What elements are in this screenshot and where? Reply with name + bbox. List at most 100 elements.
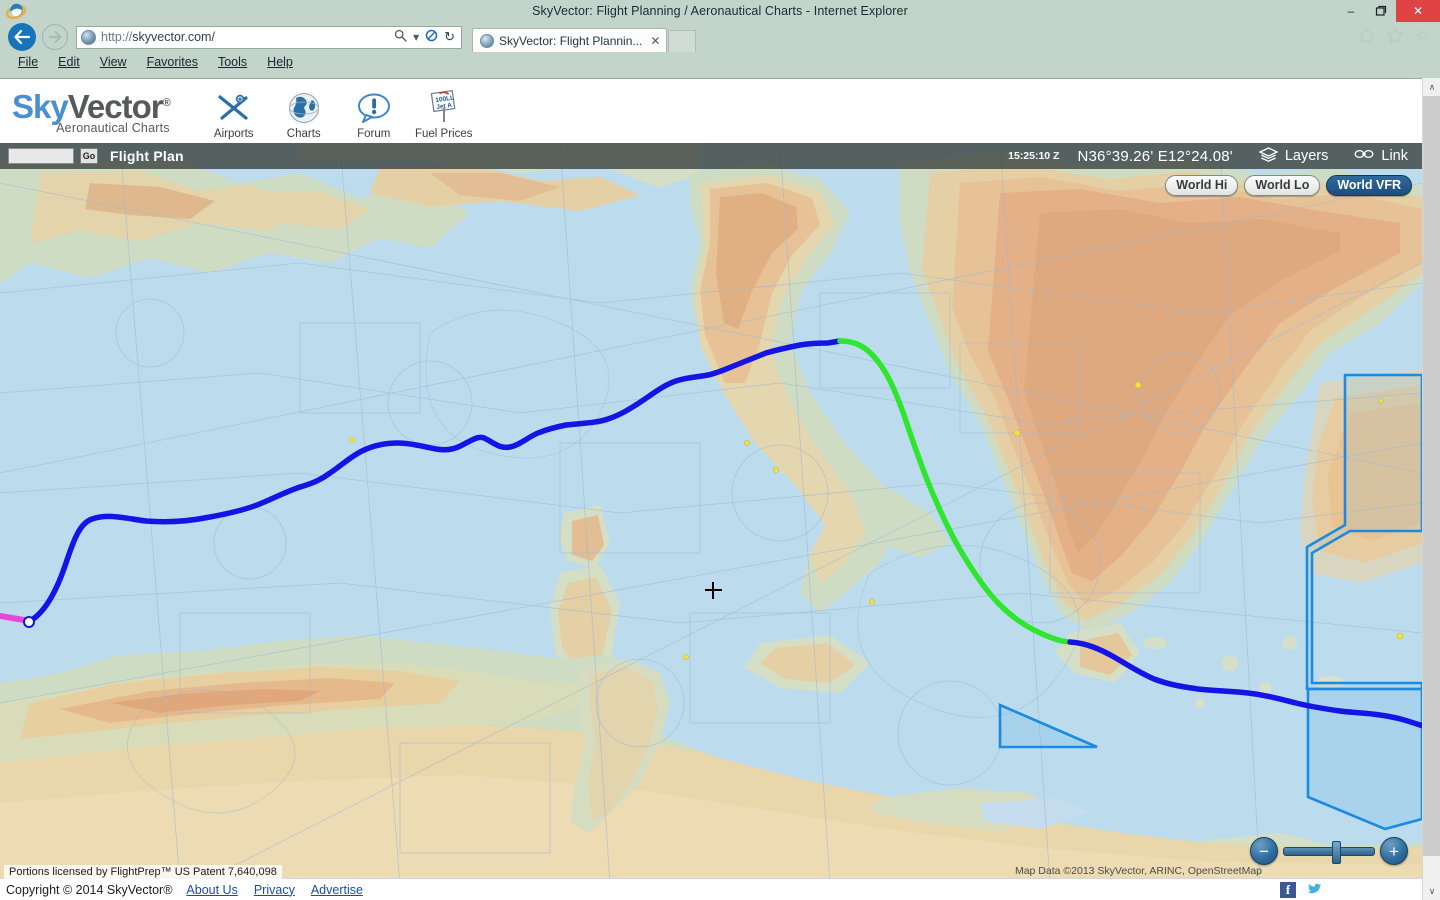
utc-clock: 15:25:10 Z xyxy=(1008,150,1060,162)
nav-item-fuel-prices[interactable]: 100LL Jet A Fuel Prices xyxy=(410,82,478,140)
refresh-icon[interactable]: ↻ xyxy=(444,29,455,45)
menu-item-favorites-label: Favorites xyxy=(146,55,198,69)
window-titlebar: SkyVector: Flight Planning / Aeronautica… xyxy=(0,0,1440,22)
search-icon[interactable] xyxy=(394,29,407,45)
close-button[interactable]: ✕ xyxy=(1396,0,1440,22)
footer-link-about-us[interactable]: About Us xyxy=(186,883,237,897)
chart-button-world-hi[interactable]: World Hi xyxy=(1165,175,1239,196)
back-button[interactable] xyxy=(8,23,36,51)
globe-icon xyxy=(286,90,322,126)
facebook-icon[interactable]: f xyxy=(1280,881,1296,898)
home-icon[interactable] xyxy=(1358,27,1376,49)
url-host: skyvector.com/ xyxy=(132,30,215,44)
scroll-down-arrow[interactable]: ∨ xyxy=(1423,882,1440,900)
map-viewport[interactable]: Go Flight Plan 15:25:10 Z N36°39.26' E12… xyxy=(0,143,1422,883)
menu-item-file[interactable]: File xyxy=(8,55,48,69)
nav-item-airports-label: Airports xyxy=(213,128,254,140)
zoom-out-button[interactable]: − xyxy=(1250,837,1278,865)
stop-icon[interactable] xyxy=(425,29,438,45)
browser-navigation-bar: http://skyvector.com/ ▾ ↻ SkyVector: Fli… xyxy=(0,22,1440,52)
minimize-button[interactable]: – xyxy=(1336,0,1366,22)
browser-tab[interactable]: SkyVector: Flight Plannin... ✕ xyxy=(472,28,668,52)
menu-bar: File Edit View Favorites Tools Help xyxy=(0,52,1440,72)
tab-favicon-icon xyxy=(480,33,494,48)
zoom-slider-track[interactable] xyxy=(1283,840,1375,864)
logo-tagline: Aeronautical Charts xyxy=(56,121,170,135)
flight-plan-input[interactable] xyxy=(8,148,74,164)
window-controls: – ✕ xyxy=(1336,0,1440,22)
internet-explorer-window: SkyVector: Flight Planning / Aeronautica… xyxy=(0,0,1440,900)
map-data-attribution: Map Data ©2013 SkyVector, ARINC, OpenStr… xyxy=(1014,865,1262,877)
logo-registered: ® xyxy=(162,97,171,109)
address-bar-icons: ▾ ↻ xyxy=(394,29,457,45)
map-toolbar: Go Flight Plan 15:25:10 Z N36°39.26' E12… xyxy=(0,143,1422,169)
flight-plan-label[interactable]: Flight Plan xyxy=(110,148,184,164)
scroll-up-arrow[interactable]: ∧ xyxy=(1423,78,1440,96)
layers-button[interactable]: Layers xyxy=(1258,146,1329,166)
tab-title: SkyVector: Flight Plannin... xyxy=(499,33,643,48)
layers-label: Layers xyxy=(1284,148,1329,164)
site-footer: Copyright © 2014 SkyVector® About Us Pri… xyxy=(0,878,1422,900)
menu-item-tools[interactable]: Tools xyxy=(208,55,257,69)
scrollbar-thumb[interactable] xyxy=(1423,96,1440,856)
toolbar-right-group: 15:25:10 Z N36°39.26' E12°24.08' Layers … xyxy=(1008,146,1422,166)
logo-sky: Sky xyxy=(12,88,69,125)
nav-item-fuel-prices-label: Fuel Prices xyxy=(414,128,473,140)
tab-close-icon[interactable]: ✕ xyxy=(650,34,660,48)
aeronautical-chart[interactable] xyxy=(0,143,1422,883)
twitter-icon[interactable] xyxy=(1306,881,1322,898)
skyvector-logo[interactable]: SkyVector® Aeronautical Charts xyxy=(12,87,171,135)
menu-item-file-label: File xyxy=(18,55,39,69)
window-title: SkyVector: Flight Planning / Aeronautica… xyxy=(532,4,908,18)
menu-item-view-label: View xyxy=(99,55,127,69)
page-scrollbar-vertical[interactable]: ∧ ∨ xyxy=(1422,78,1440,900)
nav-item-charts-label: Charts xyxy=(286,128,321,140)
zoom-slider-thumb[interactable] xyxy=(1332,840,1341,864)
url-scheme: http:// xyxy=(101,30,133,44)
favorites-star-icon[interactable] xyxy=(1386,27,1404,49)
footer-link-advertise[interactable]: Advertise xyxy=(311,883,363,897)
menu-item-favorites[interactable]: Favorites xyxy=(137,55,208,69)
chart-layer-buttons: World Hi World Lo World VFR xyxy=(1165,175,1412,196)
nav-item-forum-label: Forum xyxy=(357,128,391,140)
footer-link-privacy[interactable]: Privacy xyxy=(254,883,295,897)
link-label: Link xyxy=(1381,148,1408,164)
site-favicon-icon xyxy=(81,29,96,45)
address-input[interactable]: http://skyvector.com/ xyxy=(101,30,394,44)
cursor-coordinates: N36°39.26' E12°24.08' xyxy=(1077,147,1233,165)
logo-wordmark: SkyVector® xyxy=(12,87,171,125)
nav-item-forum[interactable]: Forum xyxy=(340,82,408,140)
social-links: f xyxy=(1280,881,1422,898)
zoom-control: − + xyxy=(1250,837,1408,865)
fuel-sign-icon: 100LL Jet A xyxy=(426,90,462,126)
chevron-down-icon[interactable]: ▾ xyxy=(413,30,419,44)
menu-item-help[interactable]: Help xyxy=(257,55,303,69)
zoom-in-button[interactable]: + xyxy=(1380,837,1408,865)
layers-icon xyxy=(1258,146,1279,166)
go-button[interactable]: Go xyxy=(80,148,98,164)
new-tab-button[interactable] xyxy=(668,30,697,52)
gear-icon[interactable] xyxy=(1414,27,1432,49)
chart-button-world-vfr[interactable]: World VFR xyxy=(1326,175,1412,196)
nav-item-charts[interactable]: Charts xyxy=(270,82,338,140)
nav-item-airports[interactable]: Airports xyxy=(200,82,268,140)
menu-item-edit[interactable]: Edit xyxy=(48,55,90,69)
page-content: SkyVector® Aeronautical Charts Airports xyxy=(0,78,1440,900)
restore-button[interactable] xyxy=(1366,0,1396,22)
flightprep-attribution: Portions licensed by FlightPrep™ US Pate… xyxy=(4,865,282,879)
chart-button-world-lo[interactable]: World Lo xyxy=(1244,175,1321,196)
address-bar[interactable]: http://skyvector.com/ ▾ ↻ xyxy=(76,25,462,49)
forward-button[interactable] xyxy=(42,24,68,50)
airplane-icon xyxy=(215,90,253,126)
menu-item-tools-label: Tools xyxy=(217,55,248,69)
crosshair-cursor xyxy=(705,582,722,599)
copyright-text: Copyright © 2014 SkyVector® xyxy=(6,882,173,897)
link-button[interactable]: Link xyxy=(1354,148,1408,164)
menu-item-help-label: Help xyxy=(267,55,293,69)
tab-strip: SkyVector: Flight Plannin... ✕ xyxy=(472,22,697,52)
menu-item-view[interactable]: View xyxy=(90,55,137,69)
speech-bubble-icon xyxy=(355,90,393,126)
chain-link-icon xyxy=(1354,148,1374,164)
browser-command-icons xyxy=(1358,27,1432,49)
menu-item-edit-label: Edit xyxy=(58,55,80,69)
